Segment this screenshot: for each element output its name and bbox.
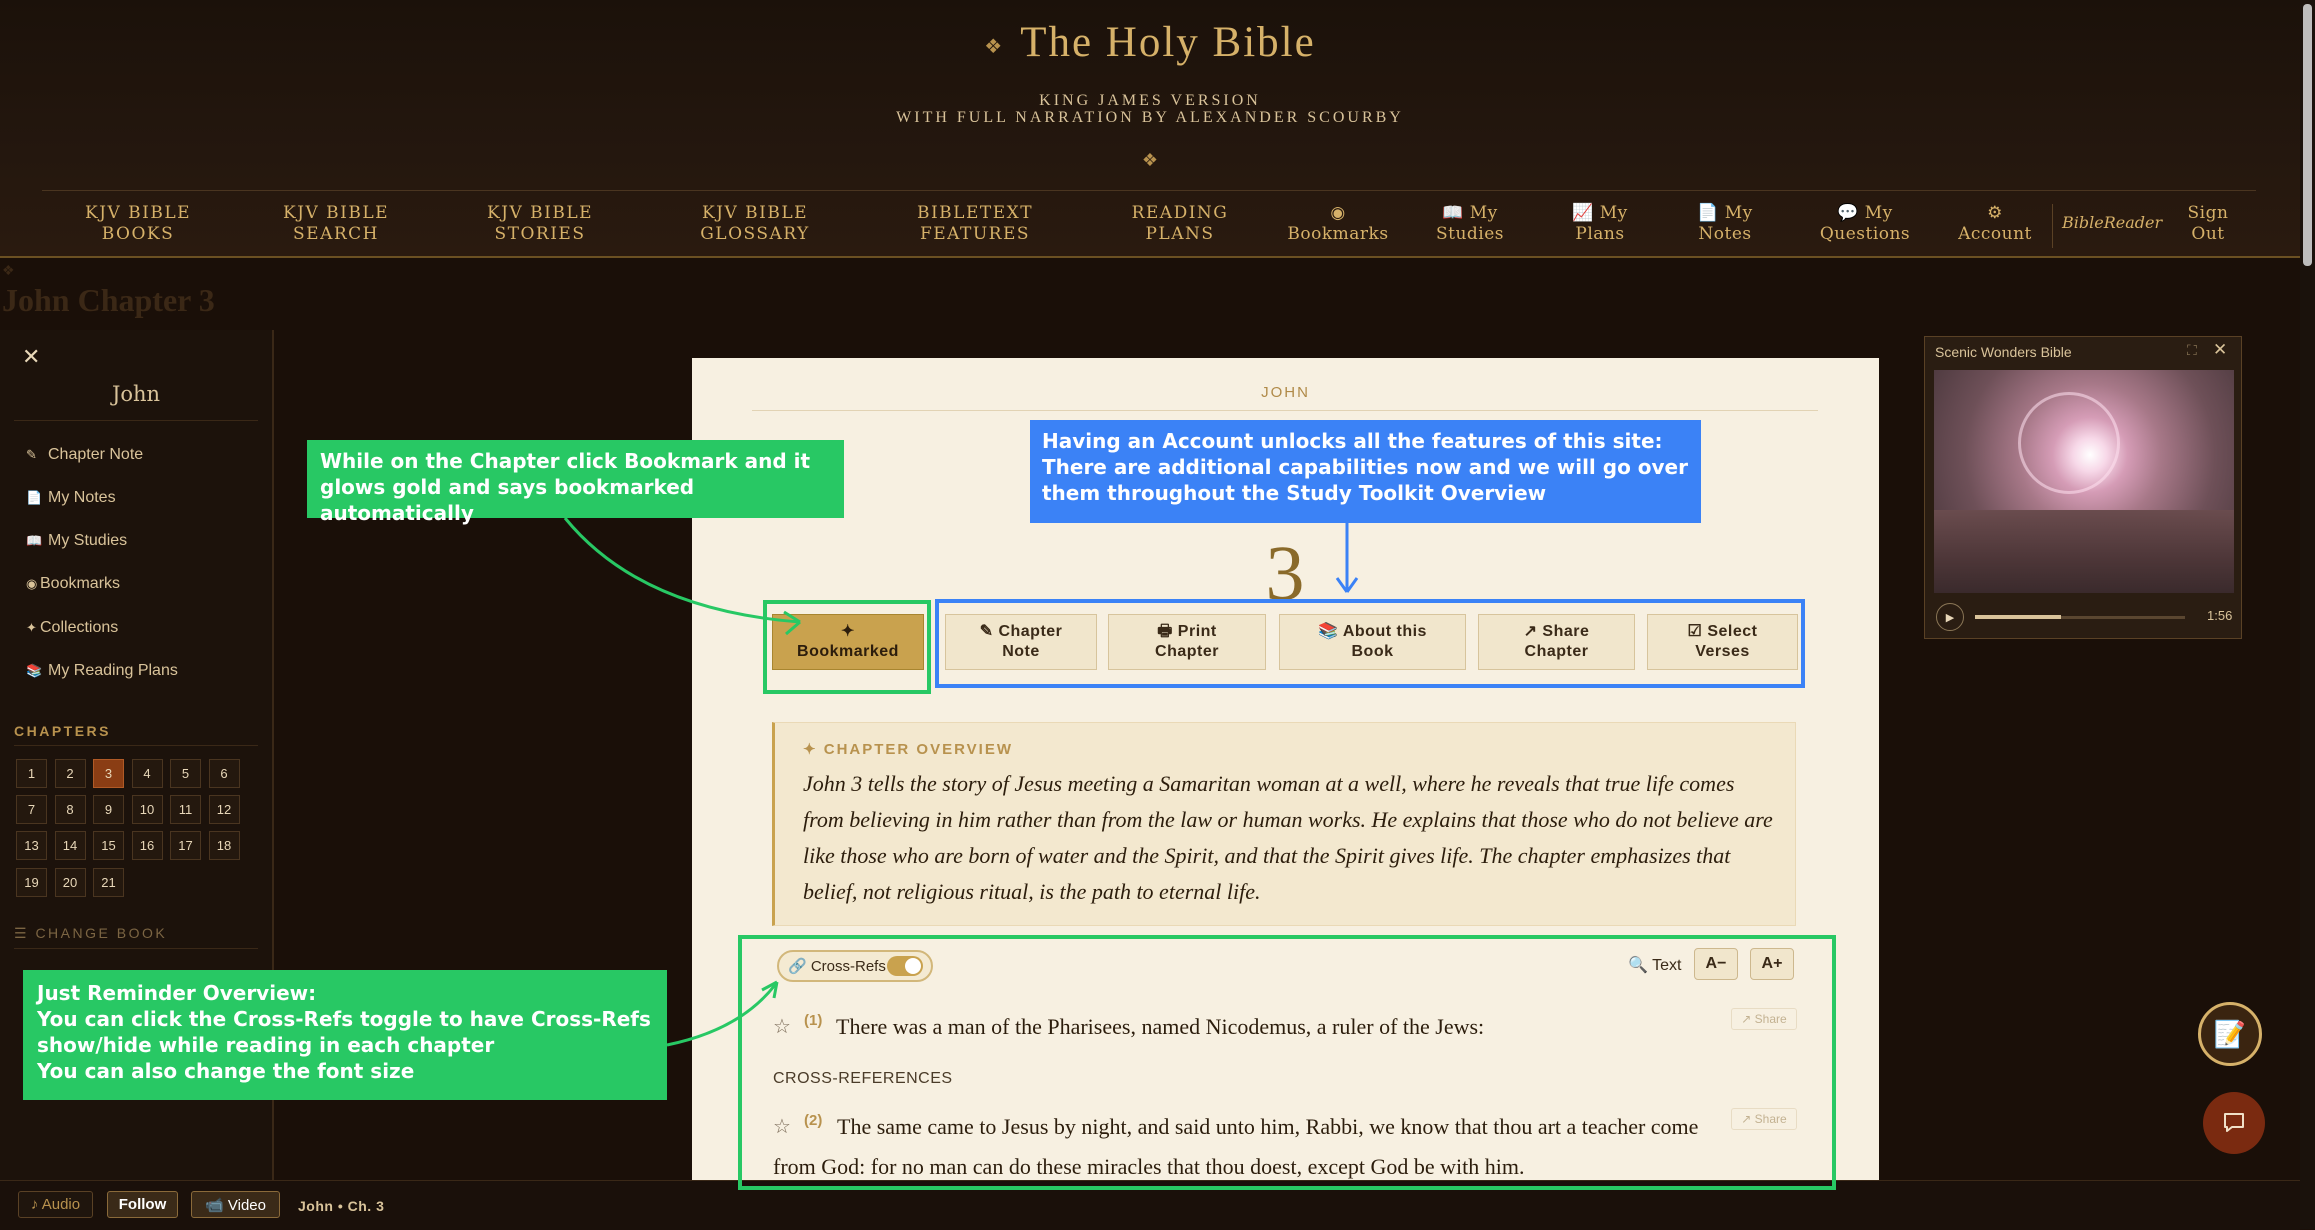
book-icon: 📖	[26, 533, 43, 548]
nav-bible-reader[interactable]: BibleReader	[2062, 213, 2162, 232]
annotation-reminder-tip: Just Reminder Overview: You can click the…	[23, 970, 667, 1100]
notes-fab-button[interactable]: 📝	[2198, 1002, 2262, 1066]
nav-my-questions[interactable]: 💬 My Questions	[1810, 203, 1920, 245]
chapter-overview-text: John 3 tells the story of Jesus meeting …	[803, 771, 1773, 904]
scrollbar-thumb[interactable]	[2303, 4, 2312, 266]
nav-reading-plans[interactable]: READING PLANS	[1120, 203, 1240, 245]
subtitle-version: KING JAMES VERSION	[1039, 92, 1261, 109]
chapter-button-20[interactable]: 20	[54, 867, 86, 897]
chapter-button-15[interactable]: 15	[93, 831, 124, 861]
chapter-button-17[interactable]: 17	[170, 831, 201, 861]
chapter-overview-label: ✦ CHAPTER OVERVIEW	[803, 741, 1013, 758]
page-divider	[752, 410, 1818, 411]
sidebar-book-title: John	[111, 382, 161, 406]
nav-kjv-books[interactable]: KJV BIBLE BOOKS	[78, 203, 198, 245]
annotation-account-tip: Having an Account unlocks all the featur…	[1030, 420, 1701, 523]
video-time: 1:56	[2207, 608, 2233, 623]
video-progress-fill	[1975, 615, 2062, 619]
page-book-label: JOHN	[1261, 384, 1310, 401]
current-location: John • Ch. 3	[298, 1198, 385, 1214]
pencil-icon: ✎	[26, 447, 37, 462]
close-icon[interactable]: ✕	[2213, 340, 2227, 360]
nav-kjv-search[interactable]: KJV BIBLE SEARCH	[276, 203, 396, 245]
site-title: ❖ The Holy Bible	[0, 18, 2300, 67]
bookmarks-icon: ◉	[1330, 203, 1346, 223]
chapter-button-12[interactable]: 12	[208, 795, 240, 825]
video-landscape	[1934, 510, 2234, 593]
chapter-button-16[interactable]: 16	[131, 831, 163, 861]
nav-my-notes[interactable]: 📄 My Notes	[1675, 203, 1775, 245]
sidebar-item-my-notes[interactable]: 📄 My Notes	[26, 489, 116, 507]
chapter-button-18[interactable]: 18	[208, 831, 240, 861]
expand-icon[interactable]: ⛶	[2187, 342, 2197, 359]
nav-sign-out[interactable]: Sign Out	[2168, 203, 2248, 245]
sidebar-divider	[14, 948, 258, 949]
notes-icon: 📝	[2213, 1018, 2247, 1049]
sidebar-item-collections[interactable]: ✦ Collections	[26, 619, 118, 637]
chapter-button-21[interactable]: 21	[93, 867, 124, 897]
chapter-button-6[interactable]: 6	[208, 759, 240, 788]
nav-bookmarks[interactable]: ◉ Bookmarks	[1278, 203, 1398, 245]
video-light-ring	[2018, 392, 2120, 494]
chapter-button-13[interactable]: 13	[16, 831, 47, 861]
note-icon: 📄	[26, 490, 43, 505]
background-ornament-icon: ❖	[2, 262, 15, 278]
highlight-frame-tools	[935, 599, 1805, 688]
books-icon: 📚	[26, 663, 43, 678]
video-title: Scenic Wonders Bible	[1935, 344, 2072, 360]
audio-button[interactable]: ♪ Audio	[18, 1191, 93, 1218]
nav-my-plans[interactable]: 📈 My Plans	[1550, 203, 1650, 245]
header-ornament-icon: ❖	[1141, 150, 1159, 170]
chapter-button-14[interactable]: 14	[54, 831, 86, 861]
chapter-button-3[interactable]: 3	[93, 759, 124, 788]
bookmark-dot-icon: ◉	[26, 576, 38, 591]
annotation-bookmark-tip: While on the Chapter click Bookmark and …	[307, 440, 844, 525]
chapter-button-11[interactable]: 11	[170, 795, 201, 825]
title-ornament-icon: ❖	[984, 35, 1005, 58]
chapter-button-4[interactable]: 4	[131, 759, 163, 788]
chapter-button-8[interactable]: 8	[54, 795, 86, 825]
nav-kjv-stories[interactable]: KJV BIBLE STORIES	[480, 203, 600, 245]
chapter-button-10[interactable]: 10	[131, 795, 163, 825]
background-chapter-title: John Chapter 3	[2, 282, 215, 318]
sidebar-close-icon[interactable]: ✕	[22, 344, 40, 370]
chapter-button-1[interactable]: 1	[16, 759, 47, 788]
gear-icon: ⚙	[1987, 203, 2003, 223]
chat-icon	[2224, 1113, 2244, 1132]
follow-button[interactable]: Follow	[107, 1191, 178, 1218]
chapter-button-5[interactable]: 5	[170, 759, 201, 788]
sidebar-item-reading-plans[interactable]: 📚 My Reading Plans	[26, 662, 178, 680]
nav-kjv-glossary[interactable]: KJV BIBLE GLOSSARY	[695, 203, 815, 245]
nav-my-studies[interactable]: 📖 My Studies	[1420, 203, 1520, 245]
sidebar-item-bookmarks[interactable]: ◉ Bookmarks	[26, 575, 120, 593]
sidebar-divider	[14, 745, 258, 746]
nav-account[interactable]: ⚙ Account	[1950, 203, 2040, 245]
sidebar-item-chapter-note[interactable]: ✎ Chapter Note	[26, 446, 143, 464]
change-book-button[interactable]: ☰ CHANGE BOOK	[14, 925, 167, 942]
chapter-button-2[interactable]: 2	[54, 759, 86, 788]
chat-fab-button[interactable]	[2203, 1092, 2265, 1154]
highlight-frame-reader	[738, 935, 1836, 1190]
chapters-heading: CHAPTERS	[14, 723, 112, 739]
chapter-button-19[interactable]: 19	[16, 867, 47, 897]
chapter-button-9[interactable]: 9	[93, 795, 124, 825]
site-title-text: The Holy Bible	[1020, 19, 1316, 66]
nav-vertical-divider	[2052, 204, 2053, 248]
chapter-button-7[interactable]: 7	[16, 795, 47, 825]
sidebar-item-my-studies[interactable]: 📖 My Studies	[26, 532, 127, 550]
sidebar-divider	[14, 420, 258, 421]
nav-bibletext-features[interactable]: BIBLETEXT FEATURES	[915, 203, 1035, 245]
play-icon[interactable]: ▶	[1936, 603, 1964, 631]
subtitle-narration: WITH FULL NARRATION BY ALEXANDER SCOURBY	[896, 109, 1404, 126]
highlight-frame-bookmark	[763, 600, 931, 694]
nav-divider-line	[42, 190, 2256, 191]
sparkle-icon: ✦	[26, 620, 37, 635]
video-button[interactable]: 📹 Video	[191, 1191, 280, 1218]
